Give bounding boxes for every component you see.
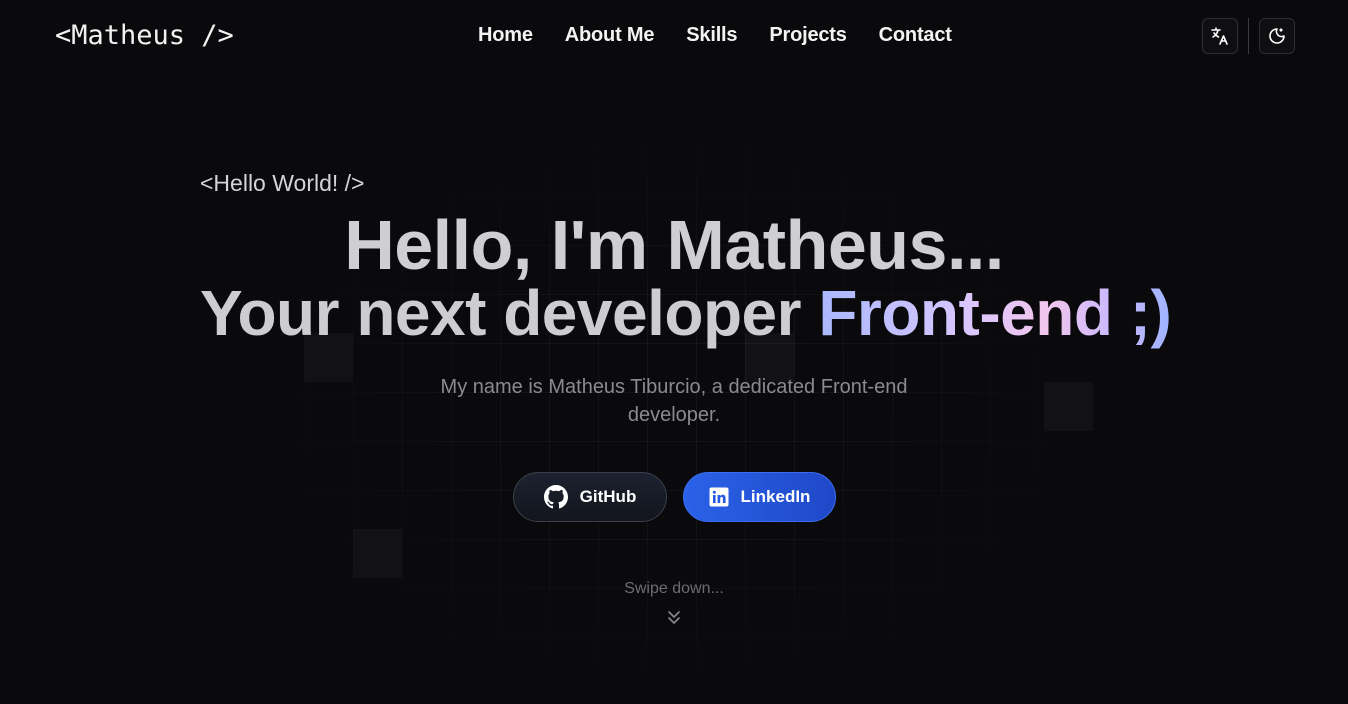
background-grid [0, 0, 1348, 704]
nav-projects[interactable]: Projects [769, 24, 847, 47]
hello-tag: <Hello World! /> [200, 170, 365, 196]
nav-home[interactable]: Home [478, 24, 533, 47]
language-button[interactable] [1202, 18, 1238, 54]
grid-cell [353, 529, 402, 578]
page: <Matheus /> Home About Me Skills Project… [0, 0, 1348, 704]
headline-highlight: Front-end ;) [818, 277, 1172, 349]
linkedin-button-label: LinkedIn [740, 487, 811, 506]
site-header: <Matheus /> Home About Me Skills Project… [0, 0, 1348, 72]
translate-icon [1211, 27, 1228, 45]
headline-plain-text: Your next developer [200, 277, 819, 349]
nav-contact[interactable]: Contact [879, 24, 952, 47]
github-button[interactable]: GitHub [513, 472, 667, 522]
header-divider [1248, 18, 1249, 54]
headline-line-2: Your next developer Front-end ;) [200, 276, 1172, 350]
hero-subtitle: My name is Matheus Tiburcio, a dedicated… [440, 376, 908, 426]
headline-line-1: Hello, I'm Matheus... [344, 206, 1004, 284]
theme-toggle-button[interactable] [1259, 18, 1295, 54]
github-button-label: GitHub [579, 487, 637, 506]
nav-about-me[interactable]: About Me [565, 24, 655, 47]
swipe-hint: Swipe down... [624, 580, 724, 597]
github-icon [543, 485, 568, 509]
logo[interactable]: <Matheus /> [55, 20, 234, 51]
nav-skills[interactable]: Skills [686, 24, 737, 47]
grid-cell [1044, 382, 1093, 431]
linkedin-button[interactable]: LinkedIn [683, 472, 836, 522]
linkedin-icon [709, 487, 729, 507]
moon-icon [1269, 28, 1285, 44]
main-nav: Home About Me Skills Projects Contact [478, 24, 984, 47]
chevrons-down-icon[interactable] [666, 609, 682, 627]
